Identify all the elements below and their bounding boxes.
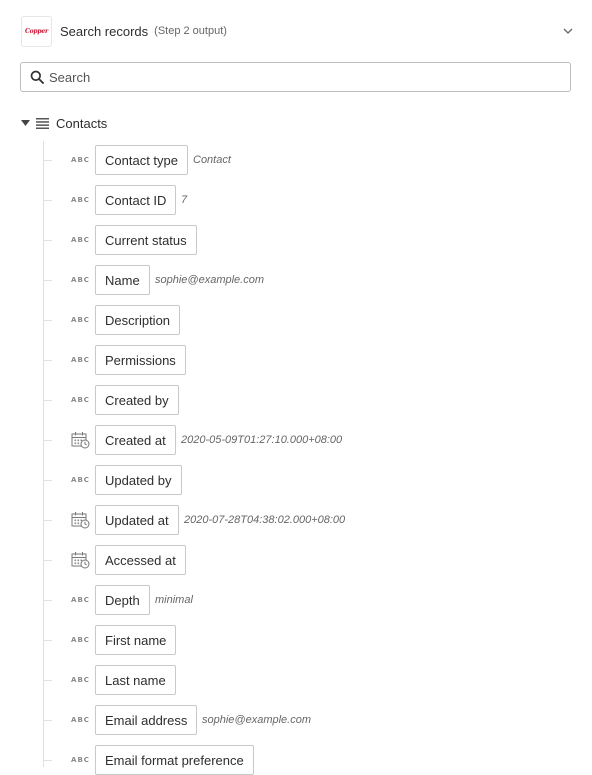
- field-pill[interactable]: Current status: [95, 225, 197, 255]
- tree-branch: [43, 599, 52, 601]
- field-pill[interactable]: Created by: [95, 385, 179, 415]
- field-row: ABC Contact type Contact: [43, 145, 231, 175]
- field-row: ABC Email address sophie@example.com: [43, 705, 311, 735]
- field-row: ABC Email format preference: [43, 745, 254, 775]
- field-row: ABC Contact ID 7: [43, 185, 187, 215]
- text-type-label: ABC: [71, 276, 90, 284]
- step-title: Search records: [60, 23, 149, 39]
- text-type-icon: ABC: [71, 671, 90, 689]
- field-row: Updated at 2020-07-28T04:38:02.000+08:00: [43, 505, 345, 535]
- field-row: ABC Created by: [43, 385, 179, 415]
- field-pill[interactable]: Contact type: [95, 145, 188, 175]
- step-subtitle: (Step 2 output): [154, 25, 227, 37]
- field-row: ABC Permissions: [43, 345, 186, 375]
- field-row: Accessed at: [43, 545, 186, 575]
- field-sample-value: minimal: [155, 594, 193, 606]
- text-type-label: ABC: [71, 716, 90, 724]
- tree-branch: [43, 439, 52, 441]
- tree-branch: [43, 719, 52, 721]
- text-type-label: ABC: [71, 236, 90, 244]
- calendar-clock-icon: [71, 431, 90, 449]
- text-type-label: ABC: [71, 476, 90, 484]
- text-type-label: ABC: [71, 636, 90, 644]
- field-pill[interactable]: First name: [95, 625, 177, 655]
- text-type-label: ABC: [71, 196, 90, 204]
- tree-branch: [43, 279, 52, 281]
- tree-branch: [43, 759, 52, 761]
- field-row: ABC Last name: [43, 665, 176, 695]
- field-pill[interactable]: Updated at: [95, 505, 179, 535]
- search-box: [20, 62, 571, 92]
- field-row: ABC Name sophie@example.com: [43, 265, 264, 295]
- text-type-icon: ABC: [71, 351, 90, 369]
- text-type-icon: ABC: [71, 711, 90, 729]
- chevron-down-icon[interactable]: [561, 24, 575, 38]
- field-pill[interactable]: Permissions: [95, 345, 186, 375]
- text-type-icon: ABC: [71, 391, 90, 409]
- field-sample-value: 2020-05-09T01:27:10.000+08:00: [181, 434, 343, 446]
- tree-branch: [43, 199, 52, 201]
- text-type-icon: ABC: [71, 311, 90, 329]
- text-type-icon: ABC: [71, 751, 90, 769]
- text-type-label: ABC: [71, 396, 90, 404]
- field-row: ABC Updated by: [43, 465, 182, 495]
- group-label: Contacts: [56, 115, 108, 131]
- field-pill[interactable]: Depth: [95, 585, 150, 615]
- text-type-icon: ABC: [71, 591, 90, 609]
- text-type-icon: ABC: [71, 191, 90, 209]
- tree-branch: [43, 679, 52, 681]
- tree-branch: [43, 479, 52, 481]
- text-type-label: ABC: [71, 756, 90, 764]
- text-type-icon: ABC: [71, 231, 90, 249]
- field-row: Created at 2020-05-09T01:27:10.000+08:00: [43, 425, 342, 455]
- text-type-label: ABC: [71, 596, 90, 604]
- text-type-label: ABC: [71, 676, 90, 684]
- text-type-label: ABC: [71, 156, 90, 164]
- field-pill[interactable]: Updated by: [95, 465, 182, 495]
- tree-branch: [43, 519, 52, 521]
- text-type-icon: ABC: [71, 471, 90, 489]
- search-input[interactable]: [49, 64, 570, 90]
- text-type-icon: ABC: [71, 631, 90, 649]
- tree-branch: [43, 319, 52, 321]
- calendar-clock-icon: [71, 551, 90, 569]
- field-sample-value: 2020-07-28T04:38:02.000+08:00: [184, 514, 346, 526]
- tree-branch: [43, 359, 52, 361]
- tree-branch: [43, 239, 52, 241]
- field-pill[interactable]: Email address: [95, 705, 198, 735]
- field-pill[interactable]: Contact ID: [95, 185, 177, 215]
- tree-branch: [43, 559, 52, 561]
- field-pill[interactable]: Name: [95, 265, 150, 295]
- text-type-icon: ABC: [71, 271, 90, 289]
- tree-branch: [43, 159, 52, 161]
- field-row: ABC Description: [43, 305, 181, 335]
- field-row: ABC First name: [43, 625, 177, 655]
- app-logo: Copper: [21, 15, 52, 47]
- text-type-label: ABC: [71, 356, 90, 364]
- calendar-clock-icon: [71, 511, 90, 529]
- field-sample-value: sophie@example.com: [202, 714, 311, 726]
- caret-down-icon[interactable]: [20, 118, 30, 128]
- group-contacts[interactable]: Contacts: [20, 114, 107, 132]
- field-sample-value: Contact: [193, 154, 231, 166]
- tree-branch: [43, 399, 52, 401]
- field-pill[interactable]: Description: [95, 305, 181, 335]
- tree-branch: [43, 639, 52, 641]
- field-pill[interactable]: Accessed at: [95, 545, 186, 575]
- step-header[interactable]: Copper Search records (Step 2 output): [21, 15, 577, 47]
- field-row: ABC Depth minimal: [43, 585, 193, 615]
- text-type-icon: ABC: [71, 151, 90, 169]
- field-pill[interactable]: Last name: [95, 665, 176, 695]
- list-icon: [35, 116, 49, 130]
- field-sample-value: sophie@example.com: [155, 274, 264, 286]
- app-logo-text: Copper: [25, 27, 48, 35]
- field-row: ABC Current status: [43, 225, 197, 255]
- field-pill[interactable]: Created at: [95, 425, 176, 455]
- search-icon: [29, 69, 45, 85]
- text-type-label: ABC: [71, 316, 90, 324]
- field-pill[interactable]: Email format preference: [95, 745, 254, 775]
- field-sample-value: 7: [181, 194, 188, 206]
